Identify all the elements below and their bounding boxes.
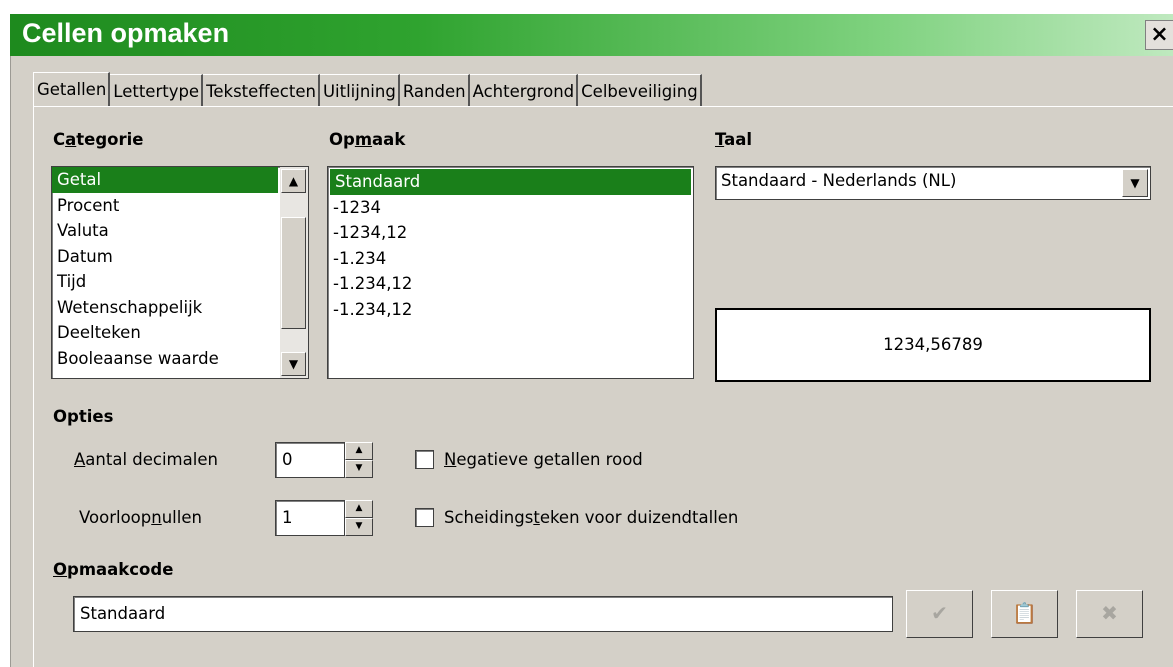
arrow-up-icon: ▲ [355, 445, 363, 455]
comment-icon: 📋 [1012, 601, 1037, 625]
close-button[interactable]: × [1145, 20, 1173, 50]
list-item[interactable]: Booleaanse waarde [52, 346, 308, 372]
delete-button[interactable]: ✖ [1076, 590, 1143, 638]
language-value: Standaard - Nederlands (NL) [721, 171, 957, 190]
leading-zeros-spin-buttons: ▲ ▼ [345, 500, 373, 536]
tab-bar: Getallen Lettertype Teksteffecten Uitlij… [33, 72, 702, 106]
tab-teksteffecten[interactable]: Teksteffecten [203, 74, 320, 106]
category-list[interactable]: Getal Procent Valuta Datum Tijd Wetensch… [51, 166, 309, 379]
list-item[interactable]: -1.234,12 [328, 297, 693, 323]
window-title: Cellen opmaken [22, 18, 230, 48]
accept-button[interactable]: ✔ [906, 590, 973, 638]
decimals-stepper[interactable]: 0 ▲ ▼ [275, 442, 375, 478]
language-label: Taal [715, 130, 753, 149]
list-item[interactable]: Deelteken [52, 320, 308, 346]
format-code-input[interactable]: Standaard [73, 596, 893, 632]
chevron-down-icon: ▼ [1130, 176, 1140, 190]
tab-achtergrond[interactable]: Achtergrond [469, 74, 579, 106]
list-item[interactable]: Valuta [52, 218, 308, 244]
format-preview: 1234,56789 [715, 308, 1151, 382]
leading-zeros-label: Voorloopnullen [79, 508, 202, 527]
list-item[interactable]: Procent [52, 193, 308, 219]
list-item[interactable]: -1.234 [328, 246, 693, 272]
scroll-down-button[interactable]: ▼ [281, 352, 306, 376]
increment-button[interactable]: ▲ [345, 442, 373, 460]
list-item[interactable]: Getal [52, 167, 278, 193]
list-item[interactable]: -1234,12 [328, 220, 693, 246]
scroll-thumb[interactable] [281, 217, 306, 329]
increment-button[interactable]: ▲ [345, 500, 373, 518]
list-item[interactable]: Tijd [52, 269, 308, 295]
list-item[interactable]: -1234 [328, 195, 693, 221]
leading-zeros-input[interactable]: 1 [275, 500, 345, 536]
category-scrollbar[interactable]: ▲ ▼ [280, 167, 308, 378]
list-item[interactable]: Standaard [330, 169, 691, 195]
arrow-down-icon: ▼ [355, 463, 363, 473]
format-list[interactable]: Standaard -1234 -1234,12 -1.234 -1.234,1… [327, 166, 694, 379]
leading-zeros-stepper[interactable]: 1 ▲ ▼ [275, 500, 375, 536]
dialog-body: Getallen Lettertype Teksteffecten Uitlij… [10, 56, 1173, 667]
close-icon: × [1150, 22, 1169, 47]
decimals-spin-buttons: ▲ ▼ [345, 442, 373, 478]
language-dropdown[interactable]: Standaard - Nederlands (NL) ▼ [715, 166, 1151, 200]
list-item[interactable]: -1.234,12 [328, 271, 693, 297]
negative-red-label: Negatieve getallen rood [444, 450, 643, 469]
decrement-button[interactable]: ▼ [345, 518, 373, 536]
tab-uitlijning[interactable]: Uitlijning [319, 74, 400, 106]
tab-randen[interactable]: Randen [399, 74, 470, 106]
options-heading: Opties [53, 407, 114, 426]
dropdown-button[interactable]: ▼ [1122, 169, 1148, 197]
decrement-button[interactable]: ▼ [345, 460, 373, 478]
list-item[interactable]: Datum [52, 244, 308, 270]
add-comment-button[interactable]: 📋 [991, 590, 1058, 638]
tab-celbeveiliging[interactable]: Celbeveiliging [578, 74, 702, 106]
arrow-down-icon: ▼ [288, 357, 299, 371]
decimals-input[interactable]: 0 [275, 442, 345, 478]
category-label: Categorie [53, 130, 144, 149]
thousands-separator-label: Scheidingsteken voor duizendtallen [444, 508, 739, 527]
list-item[interactable]: Wetenschappelijk [52, 295, 308, 321]
format-code-label: Opmaakcode [53, 560, 174, 579]
format-label: Opmaak [329, 130, 406, 149]
arrow-down-icon: ▼ [355, 521, 363, 531]
checkmark-icon: ✔ [931, 601, 948, 625]
delete-icon: ✖ [1101, 601, 1118, 625]
negative-red-checkbox[interactable] [415, 450, 434, 469]
tab-getallen[interactable]: Getallen [33, 72, 111, 106]
tab-lettertype[interactable]: Lettertype [110, 74, 204, 106]
title-bar: Cellen opmaken × [10, 14, 1173, 56]
scroll-up-button[interactable]: ▲ [281, 169, 306, 193]
thousands-separator-checkbox[interactable] [415, 508, 434, 527]
arrow-up-icon: ▲ [355, 503, 363, 513]
decimals-label: Aantal decimalen [74, 450, 218, 469]
arrow-up-icon: ▲ [288, 174, 299, 188]
